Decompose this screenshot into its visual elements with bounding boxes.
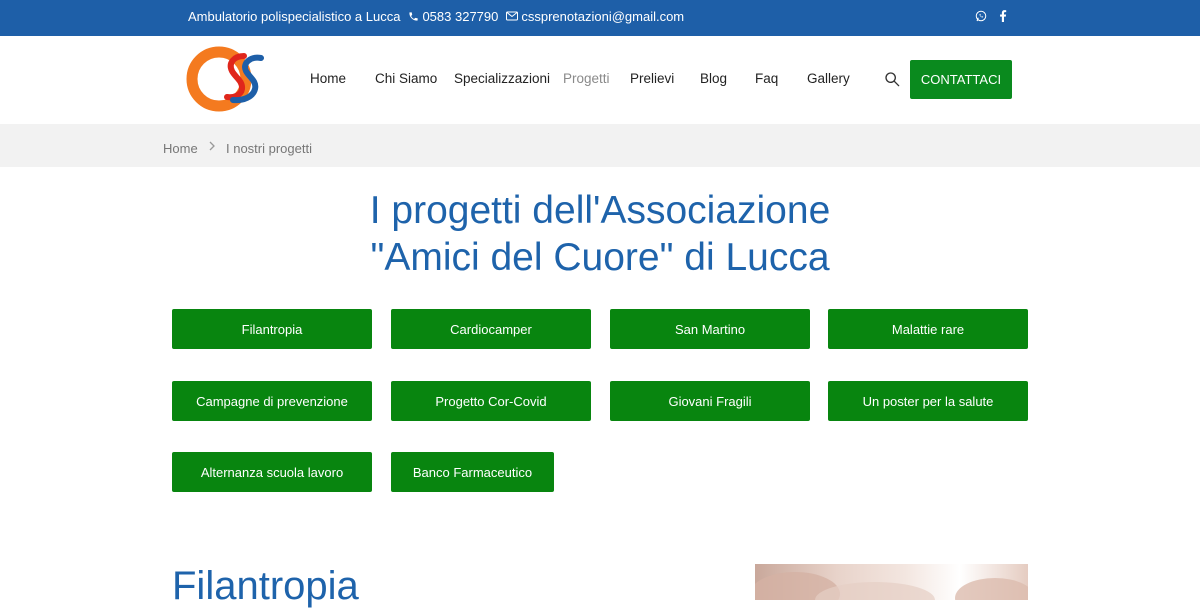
project-button-san-martino[interactable]: San Martino (610, 309, 810, 349)
nav-item-chi-siamo[interactable]: Chi Siamo (375, 71, 437, 86)
breadcrumb-home[interactable]: Home (163, 141, 198, 156)
email-link[interactable]: cssprenotazioni@gmail.com (506, 9, 684, 24)
contact-button[interactable]: CONTATTACI (910, 60, 1012, 99)
hands-photo (755, 572, 1028, 600)
project-button-poster-salute[interactable]: Un poster per la salute (828, 381, 1028, 421)
nav-item-specializzazioni[interactable]: Specializzazioni (454, 71, 550, 86)
main-nav: Home Chi Siamo Specializzazioni Progetti… (0, 36, 1200, 124)
top-bar: Ambulatorio polispecialistico a Lucca 05… (0, 0, 1200, 36)
email-address: cssprenotazioni@gmail.com (521, 8, 685, 24)
nav-item-blog[interactable]: Blog (700, 71, 727, 86)
mail-icon (506, 11, 519, 21)
project-button-malattie-rare[interactable]: Malattie rare (828, 309, 1028, 349)
breadcrumb: Home I nostri progetti (0, 124, 1200, 167)
section-title: Filantropia (172, 564, 359, 608)
page-title: I progetti dell'Associazione "Amici del … (0, 187, 1200, 281)
project-button-banco-farmaceutico[interactable]: Banco Farmaceutico (391, 452, 554, 492)
phone-link[interactable]: 0583 327790 (408, 9, 498, 24)
nav-item-progetti[interactable]: Progetti (563, 71, 610, 86)
project-button-cor-covid[interactable]: Progetto Cor-Covid (391, 381, 591, 421)
search-icon[interactable] (884, 71, 900, 87)
phone-number: 0583 327790 (422, 8, 499, 24)
chevron-right-icon (209, 141, 215, 151)
project-button-cardiocamper[interactable]: Cardiocamper (391, 309, 591, 349)
project-button-campagne-prevenzione[interactable]: Campagne di prevenzione (172, 381, 372, 421)
section-image (755, 564, 1028, 600)
social-links (975, 0, 1007, 32)
main-header: Home Chi Siamo Specializzazioni Progetti… (0, 36, 1200, 124)
nav-item-faq[interactable]: Faq (755, 71, 778, 86)
facebook-icon[interactable] (999, 10, 1007, 22)
page-title-line-1: I progetti dell'Associazione (369, 189, 831, 232)
nav-item-gallery[interactable]: Gallery (807, 71, 850, 86)
top-bar-info: Ambulatorio polispecialistico a Lucca 05… (188, 0, 684, 32)
whatsapp-icon[interactable] (975, 10, 987, 22)
phone-icon (409, 11, 419, 21)
project-button-filantropia[interactable]: Filantropia (172, 309, 372, 349)
tagline: Ambulatorio polispecialistico a Lucca (188, 8, 401, 24)
page-title-line-2: "Amici del Cuore" di Lucca (370, 236, 830, 279)
breadcrumb-current: I nostri progetti (226, 141, 312, 156)
nav-item-prelievi[interactable]: Prelievi (630, 71, 674, 86)
project-button-alternanza-scuola-lavoro[interactable]: Alternanza scuola lavoro (172, 452, 372, 492)
project-button-giovani-fragili[interactable]: Giovani Fragili (610, 381, 810, 421)
nav-item-home[interactable]: Home (310, 71, 346, 86)
